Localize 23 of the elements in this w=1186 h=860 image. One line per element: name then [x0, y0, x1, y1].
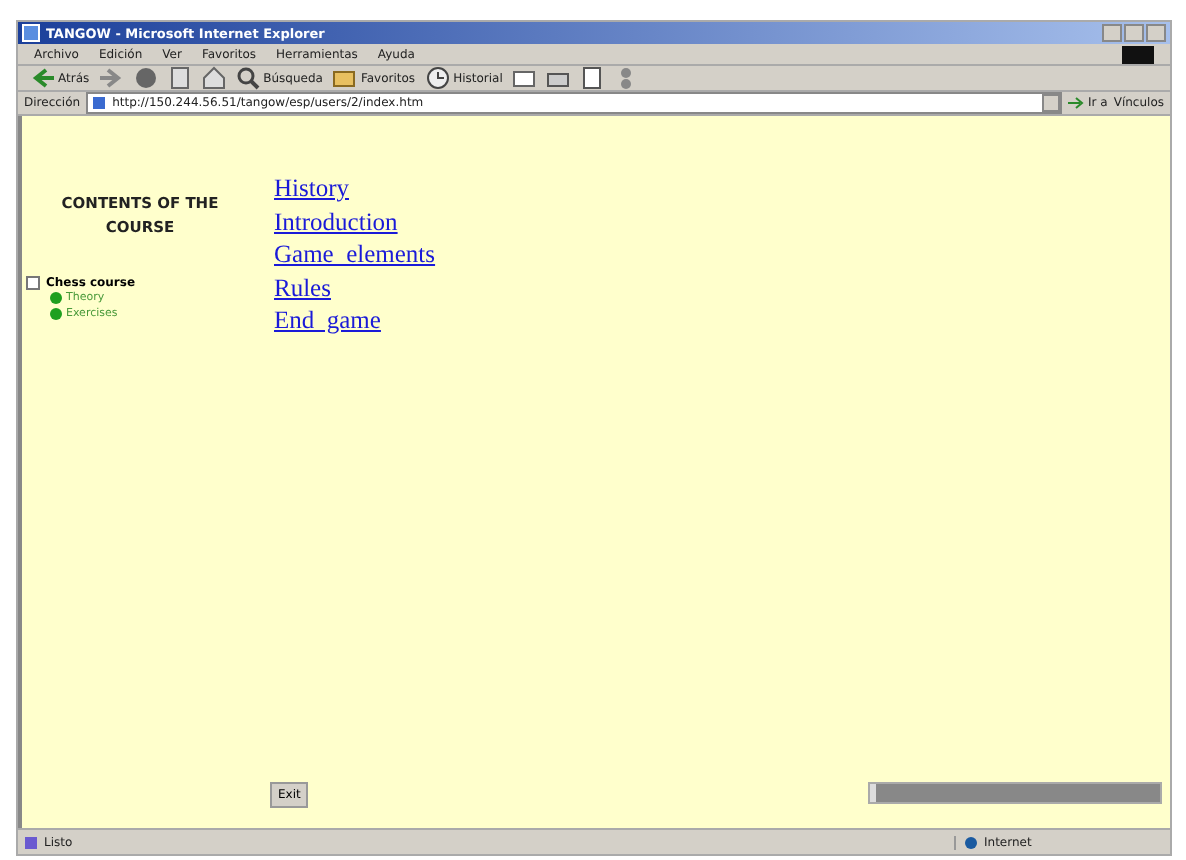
- bullet-icon: [50, 292, 62, 304]
- page-icon[interactable]: [580, 66, 605, 90]
- topic-link[interactable]: Introduction: [274, 205, 436, 238]
- forward-arrow-icon[interactable]: [99, 66, 124, 90]
- page-icon: [24, 835, 38, 849]
- close-button[interactable]: [1146, 24, 1166, 42]
- topic-link[interactable]: Game elements: [274, 238, 436, 271]
- bullet-icon: [50, 308, 62, 320]
- search-icon[interactable]: [235, 66, 260, 90]
- clock-icon[interactable]: [425, 66, 450, 90]
- browser-icon: [22, 24, 40, 42]
- go-arrow-icon[interactable]: [1068, 96, 1085, 110]
- page-icon: [92, 96, 107, 110]
- dropdown-button[interactable]: [1042, 94, 1061, 112]
- maximize-button[interactable]: [1124, 24, 1144, 42]
- topic-link[interactable]: Rules: [274, 271, 436, 304]
- minimize-button[interactable]: [1102, 24, 1122, 42]
- expander-icon[interactable]: [26, 276, 40, 290]
- topic-link[interactable]: End game: [274, 304, 436, 337]
- topic-link[interactable]: History: [274, 172, 436, 205]
- back-arrow-icon[interactable]: [30, 66, 54, 90]
- folder-icon[interactable]: [332, 66, 357, 90]
- globe-icon: [964, 835, 978, 849]
